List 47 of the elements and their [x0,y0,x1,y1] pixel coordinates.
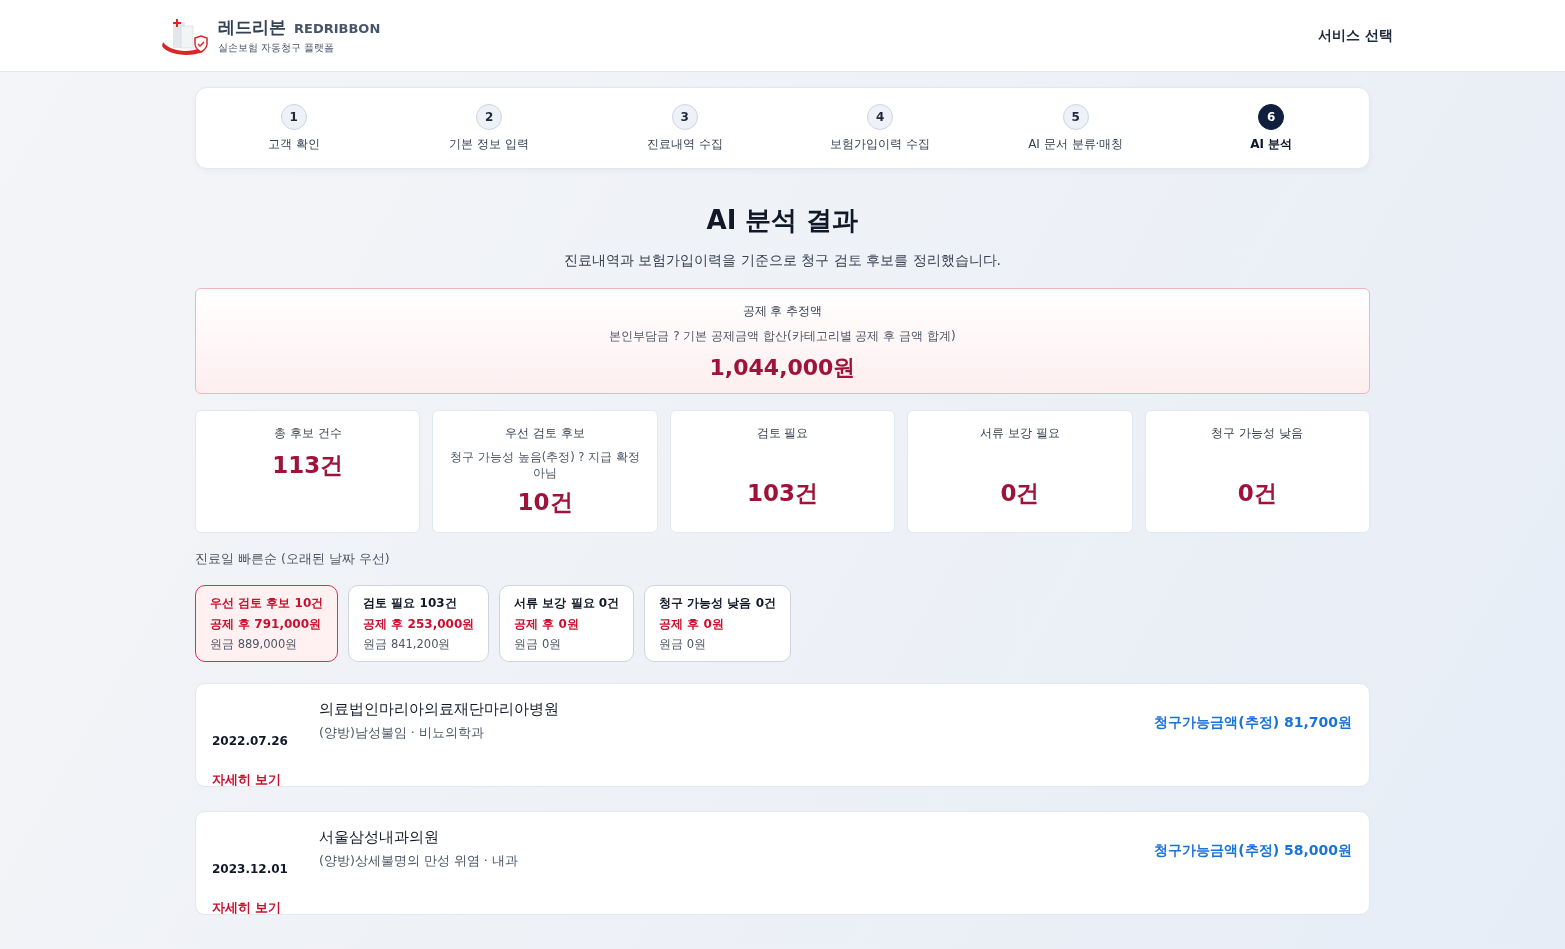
stat-note: 청구 가능성 높음(추정) ? 지급 확정 아님 [449,450,641,482]
record-detail: (양방)남성불임 · 비뇨의학과 [319,725,485,742]
page-title: AI 분석 결과 [705,204,860,237]
stat-label: 서류 보강 필요 [980,425,1060,442]
summary-amount: 1,044,000원 [709,354,856,382]
step-label: AI 분석 [1250,135,1293,153]
step-number: 6 [1258,103,1285,130]
step-number: 2 [476,103,503,130]
filter-chip[interactable]: 서류 보강 필요 0건 공제 후 0원 원금 0원 [499,585,635,662]
stat-label: 총 후보 건수 [273,425,342,442]
filter-chip[interactable]: 청구 가능성 낮음 0건 공제 후 0원 원금 0원 [644,585,792,662]
step-number: 5 [1062,103,1089,130]
record-date: 2022.07.26 [212,733,289,748]
details-link[interactable]: 자세히 보기 [212,899,319,917]
step-label: 고객 확인 [267,135,320,153]
sort-label: 진료일 빠른순 (오래된 날짜 우선) [195,551,391,568]
summary-label: 공제 후 추정액 [742,303,823,320]
step-label: AI 문서 분류·매칭 [1028,135,1124,153]
brand-tagline: 실손보험 자동청구 플랫폼 [218,41,336,55]
stat-label: 검토 필요 [756,425,809,442]
page-subtitle: 진료내역과 보험가입이력을 기준으로 청구 검토 후보를 정리했습니다. [562,252,1003,270]
filter-chip[interactable]: 검토 필요 103건 공제 후 253,000원 원금 841,200원 [348,585,490,662]
claim-amount: 청구가능금액(추정) 81,700원 [1154,714,1352,732]
brand-english-name: REDRIBBON [294,21,381,36]
step-number: 3 [671,103,698,130]
record-detail: (양방)상세불명의 만성 위염 · 내과 [319,853,519,870]
summary-note: 본인부담금 ? 기본 공제금액 합산(카테고리별 공제 후 금액 합계) [609,328,956,345]
step-number: 1 [280,103,307,130]
claim-amount: 청구가능금액(추정) 58,000원 [1154,842,1352,860]
step-number: 4 [867,103,894,130]
stat-label: 청구 가능성 낮음 [1211,425,1304,442]
stat-value: 10건 [517,488,573,518]
service-select-link[interactable]: 서비스 선택 [1318,26,1393,45]
step-label: 보험가입이력 수집 [830,135,931,153]
stat-value: 113건 [272,451,344,480]
brand-name: 레드리본 [218,16,286,39]
step-label: 기본 정보 입력 [449,135,530,153]
details-link[interactable]: 자세히 보기 [212,771,319,789]
stat-value: 0건 [1000,479,1040,508]
stat-value: 0건 [1237,479,1277,508]
stat-label: 우선 검토 후보 [505,425,585,442]
record-date: 2023.12.01 [212,861,289,876]
hospital-name: 의료법인마리아의료재단마리아병원 [319,700,560,719]
stat-value: 103건 [747,479,818,508]
step-label: 진료내역 수집 [646,135,723,153]
filter-chip[interactable]: 우선 검토 후보 10건 공제 후 791,000원 원금 889,000원 [195,585,339,662]
hospital-name: 서울삼성내과의원 [319,828,440,847]
